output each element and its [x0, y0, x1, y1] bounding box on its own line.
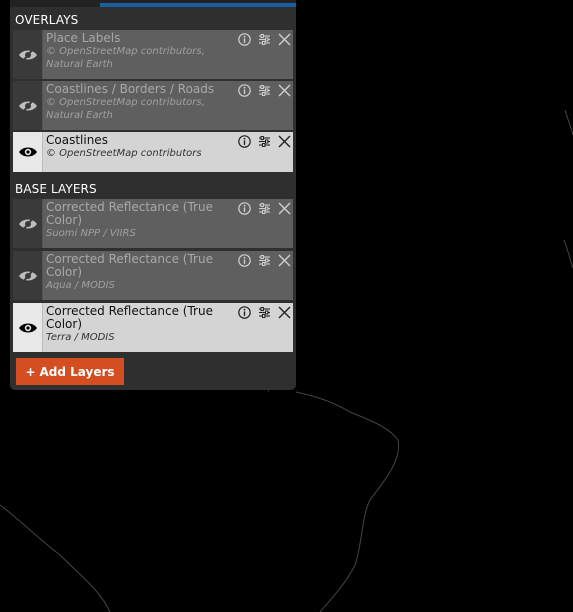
layer-attribution: Natural Earth: [46, 59, 113, 70]
eye-slash-icon: [18, 47, 37, 62]
visibility-toggle[interactable]: [13, 303, 43, 352]
sliders-icon[interactable]: [257, 83, 271, 97]
layer-item-place-labels[interactable]: Place Labels © OpenStreetMap contributor…: [13, 30, 293, 79]
close-icon[interactable]: [277, 32, 291, 46]
tab-events[interactable]: [100, 3, 296, 7]
info-icon[interactable]: [237, 83, 251, 97]
sliders-icon[interactable]: [257, 201, 271, 215]
overlays-heading: OVERLAYS: [15, 13, 79, 27]
layer-name: Corrected Reflectance (True Color): [46, 304, 213, 331]
sliders-icon[interactable]: [257, 305, 271, 319]
close-icon[interactable]: [277, 83, 291, 97]
layer-item-coastlines-borders-roads[interactable]: Coastlines / Borders / Roads © OpenStree…: [13, 81, 293, 130]
plus-icon: +: [25, 364, 36, 379]
info-icon[interactable]: [237, 32, 251, 46]
eye-slash-icon: [18, 216, 37, 231]
sliders-icon[interactable]: [257, 253, 271, 267]
layer-attribution: © OpenStreetMap contributors,: [46, 46, 205, 57]
layer-attribution: © OpenStreetMap contributors: [46, 148, 202, 159]
close-icon[interactable]: [277, 134, 291, 148]
layers-panel: OVERLAYS Place Labels © OpenStreetMap co…: [10, 0, 296, 390]
tab-layers[interactable]: [10, 0, 100, 5]
info-icon[interactable]: [237, 201, 251, 215]
close-icon[interactable]: [277, 201, 291, 215]
layer-item-coastlines[interactable]: Coastlines © OpenStreetMap contributors: [13, 132, 293, 172]
add-layers-button[interactable]: + Add Layers: [16, 358, 124, 385]
panel-tab-bar: [10, 0, 296, 7]
layer-item-viirs[interactable]: Corrected Reflectance (True Color) Suomi…: [13, 199, 293, 248]
eye-slash-icon: [18, 98, 37, 113]
close-icon[interactable]: [277, 253, 291, 267]
visibility-toggle[interactable]: [13, 199, 43, 248]
visibility-toggle[interactable]: [13, 132, 43, 172]
layer-name: Coastlines: [46, 133, 108, 147]
info-icon[interactable]: [237, 305, 251, 319]
layer-item-aqua-modis[interactable]: Corrected Reflectance (True Color) Aqua …: [13, 251, 293, 300]
close-icon[interactable]: [277, 305, 291, 319]
info-icon[interactable]: [237, 134, 251, 148]
eye-slash-icon: [18, 268, 37, 283]
layer-item-terra-modis[interactable]: Corrected Reflectance (True Color) Terra…: [13, 303, 293, 352]
eye-icon: [18, 147, 37, 157]
layer-attribution: Suomi NPP / VIIRS: [46, 228, 136, 239]
visibility-toggle[interactable]: [13, 81, 43, 130]
layer-attribution: Terra / MODIS: [46, 332, 115, 343]
layer-name: Corrected Reflectance (True Color): [46, 252, 213, 279]
add-layers-label: Add Layers: [39, 364, 115, 379]
eye-icon: [18, 323, 37, 332]
visibility-toggle[interactable]: [13, 30, 43, 79]
layer-attribution: © OpenStreetMap contributors,: [46, 97, 205, 108]
sliders-icon[interactable]: [257, 32, 271, 46]
layer-name: Corrected Reflectance (True Color): [46, 200, 213, 227]
layer-name: Coastlines / Borders / Roads: [46, 82, 215, 96]
layer-name: Place Labels: [46, 31, 121, 45]
sliders-icon[interactable]: [257, 134, 271, 148]
visibility-toggle[interactable]: [13, 251, 43, 300]
base-layers-heading: BASE LAYERS: [15, 182, 97, 196]
layer-attribution: Aqua / MODIS: [46, 280, 115, 291]
info-icon[interactable]: [237, 253, 251, 267]
layer-attribution: Natural Earth: [46, 110, 113, 121]
